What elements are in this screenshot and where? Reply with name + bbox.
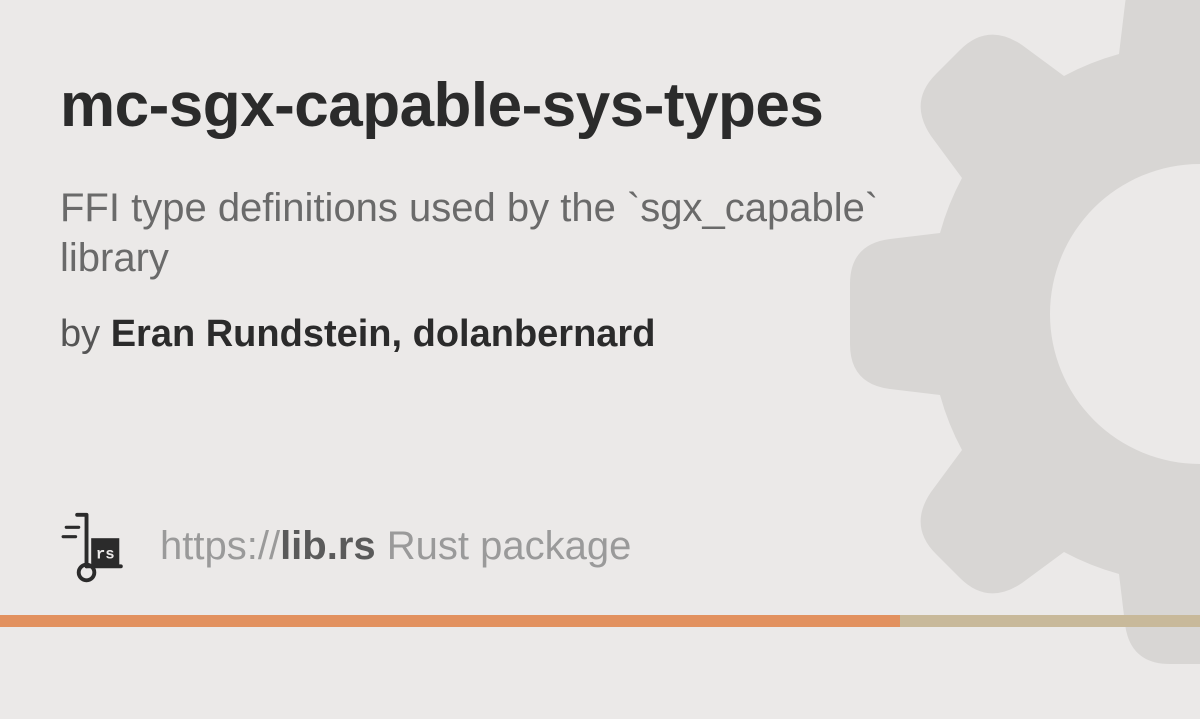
url-line: https://lib.rs Rust package — [160, 524, 631, 569]
card-content: mc-sgx-capable-sys-types FFI type defini… — [0, 0, 1200, 615]
authors-line: by Eran Rundstein, dolanbernard — [60, 313, 1140, 356]
package-title: mc-sgx-capable-sys-types — [60, 70, 1140, 141]
url-domain: lib.rs — [280, 524, 376, 568]
svg-text:rs: rs — [96, 545, 115, 563]
url-prefix: https:// — [160, 524, 280, 568]
bottom-accent-bar — [0, 615, 1200, 627]
author-names: Eran Rundstein, dolanbernard — [111, 313, 656, 355]
by-label: by — [60, 313, 111, 355]
librs-logo-icon: rs — [60, 507, 138, 585]
url-suffix: Rust package — [376, 524, 632, 568]
package-description: FFI type definitions used by the `sgx_ca… — [60, 183, 880, 283]
bar-segment-beige — [900, 615, 1200, 627]
bar-segment-orange — [0, 615, 900, 627]
footer: rs https://lib.rs Rust package — [60, 507, 1140, 585]
